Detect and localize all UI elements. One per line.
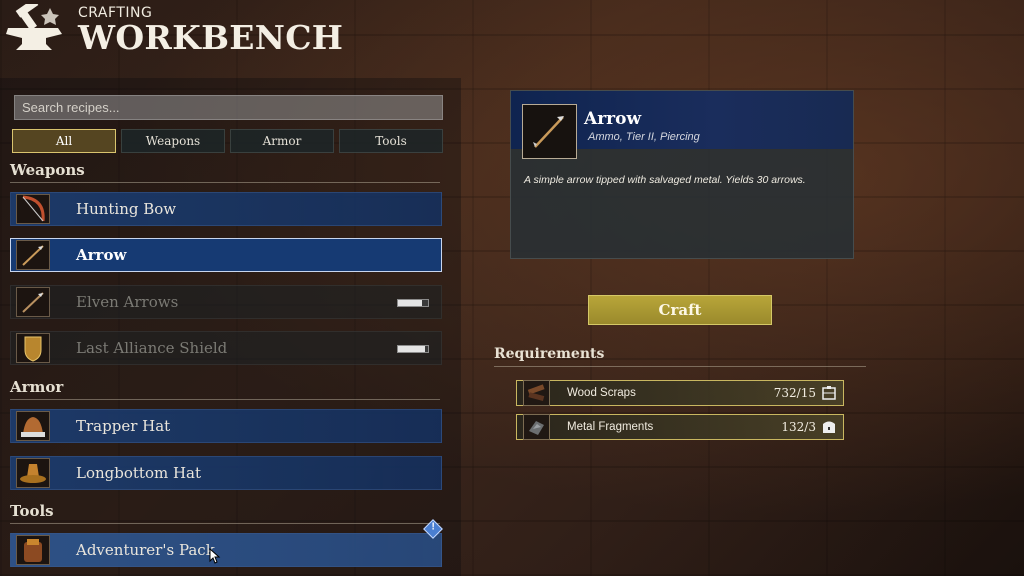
metal-icon — [523, 414, 550, 440]
requirements-header: Requirements — [494, 346, 866, 367]
recipe-detail-name: Arrow — [584, 109, 642, 129]
requirement-row-wood-scraps: Wood Scraps 732/15 — [516, 380, 844, 406]
requirement-row-metal-fragments: Metal Fragments 132/3 — [516, 414, 844, 440]
recipe-item-last-alliance-shield[interactable]: Last Alliance Shield — [10, 331, 442, 365]
recipe-item-elven-arrows[interactable]: Elven Arrows — [10, 285, 442, 319]
tab-tools[interactable]: Tools — [339, 129, 443, 153]
pack-icon — [16, 535, 50, 565]
recipe-item-hunting-bow[interactable]: Hunting Bow — [10, 192, 442, 226]
recipe-item-arrow[interactable]: Arrow — [10, 238, 442, 272]
storage-icon — [822, 386, 836, 400]
recipe-item-label: Longbottom Hat — [76, 464, 202, 482]
section-header-armor: Armor — [10, 378, 440, 400]
craft-button[interactable]: Craft — [588, 295, 772, 325]
requirement-count: 132/3 — [781, 420, 816, 434]
arrow-icon — [16, 240, 50, 270]
header-title: WORKBENCH — [78, 18, 344, 57]
recipe-item-trapper-hat[interactable]: Trapper Hat — [10, 409, 442, 443]
recipe-item-adventurers-pack[interactable]: Adventurer's Pack — [10, 533, 442, 567]
arrow-icon — [522, 104, 577, 159]
recipe-item-label: Adventurer's Pack — [76, 541, 215, 559]
recipe-item-label: Hunting Bow — [76, 200, 177, 218]
chest-icon — [823, 421, 835, 433]
recipe-item-label: Arrow — [76, 246, 127, 264]
arrow-icon — [16, 287, 50, 317]
anvil-hammer-icon — [6, 4, 62, 50]
recipe-detail-subtitle: Ammo, Tier II, Piercing — [588, 131, 700, 143]
requirement-count: 732/15 — [773, 386, 816, 400]
bow-icon — [16, 194, 50, 224]
search-input[interactable] — [14, 95, 443, 120]
recipe-item-label: Last Alliance Shield — [76, 339, 228, 357]
mouse-cursor-icon — [209, 548, 221, 564]
shield-icon — [16, 333, 50, 363]
requirement-label: Wood Scraps — [567, 387, 636, 399]
recipe-detail-panel: Arrow Ammo, Tier II, Piercing A simple a… — [510, 90, 854, 259]
progress-bar — [397, 345, 429, 353]
section-header-weapons: Weapons — [10, 161, 440, 183]
recipe-item-label: Elven Arrows — [76, 293, 179, 311]
tab-armor[interactable]: Armor — [230, 129, 334, 153]
wood-icon — [523, 380, 550, 406]
section-header-tools: Tools — [10, 502, 440, 524]
header: CRAFTING WORKBENCH — [0, 0, 344, 64]
recipe-item-label: Trapper Hat — [76, 417, 171, 435]
recipe-item-longbottom-hat[interactable]: Longbottom Hat — [10, 456, 442, 490]
hat-icon — [16, 458, 50, 488]
tab-all[interactable]: All — [12, 129, 116, 153]
requirement-label: Metal Fragments — [567, 421, 654, 433]
hat-icon — [16, 411, 50, 441]
progress-bar — [397, 299, 429, 307]
recipe-detail-description: A simple arrow tipped with salvaged meta… — [524, 174, 806, 186]
tab-weapons[interactable]: Weapons — [121, 129, 225, 153]
